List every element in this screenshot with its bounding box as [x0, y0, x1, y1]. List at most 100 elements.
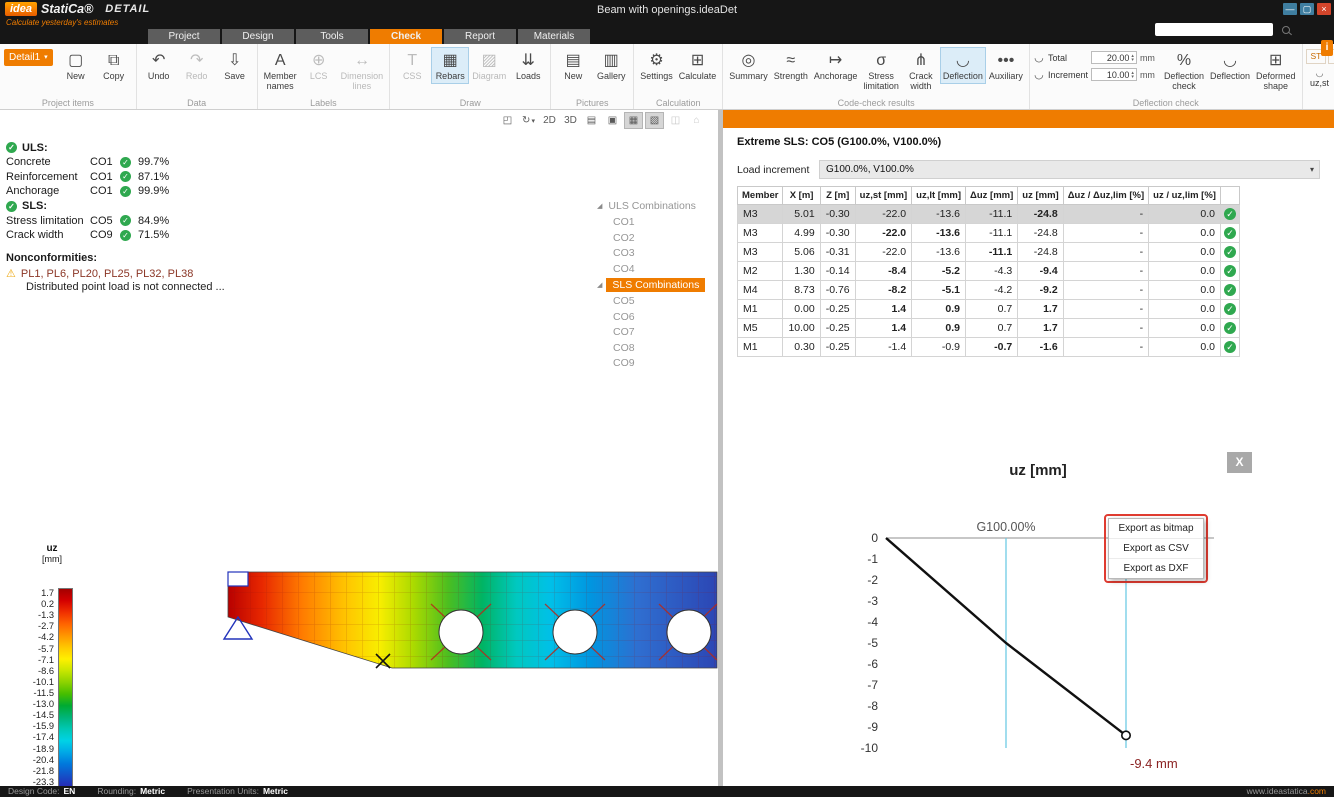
export-as-bitmap-menu-item[interactable]: Export as bitmap	[1109, 519, 1203, 539]
export-as-csv-menu-item[interactable]: Export as CSV	[1109, 539, 1203, 559]
combo-co9[interactable]: CO9	[597, 356, 715, 372]
window-controls: — ▢ ×	[1283, 3, 1331, 15]
deflection-icon: ◡	[956, 49, 970, 72]
crack-width-button[interactable]: ⋔Crack width	[902, 47, 940, 93]
layout-single-button[interactable]: ▤	[582, 112, 601, 129]
increment-limit-input[interactable]: 10.00 ▴▾	[1091, 68, 1137, 81]
stepper-icon[interactable]: ▴▾	[1131, 54, 1134, 62]
new-button[interactable]: ▤New	[554, 47, 592, 84]
orbit-button[interactable]: ↻▾	[519, 112, 538, 129]
project-select[interactable]: Detail1▾	[4, 49, 53, 66]
website-link[interactable]: www.ideastatica.com	[1247, 786, 1326, 797]
nonconformity-items[interactable]: PL1, PL6, PL20, PL25, PL32, PL38	[21, 268, 193, 280]
stepper-icon[interactable]: ▴▾	[1131, 71, 1134, 79]
combo-group-uls-combinations[interactable]: ◢ULS Combinations	[597, 198, 715, 214]
home-view-button: ⌂	[687, 112, 706, 129]
check-icon: ✓	[6, 201, 17, 212]
table-row[interactable]: M10.30-0.25-1.4-0.9-0.7-1.6-0.0✓	[738, 338, 1240, 357]
view-2d-button[interactable]: 2D	[540, 112, 559, 129]
deflection-check-button[interactable]: %Deflection check	[1161, 47, 1207, 93]
deflection-button[interactable]: ◡Deflection	[940, 47, 986, 84]
fit-view-button[interactable]: ◰	[498, 112, 517, 129]
search-icon	[1282, 26, 1290, 34]
layout-split-button[interactable]: ▦	[624, 112, 643, 129]
tab-project[interactable]: Project	[148, 29, 220, 44]
anchorage-button[interactable]: ↦Anchorage	[811, 47, 861, 84]
calculate-icon: ⊞	[691, 49, 704, 72]
total-icon: ◡	[1033, 51, 1045, 64]
load-increment-select[interactable]: G100.0%, V100.0% ▾	[819, 160, 1320, 179]
summary-button[interactable]: ◎Summary	[726, 47, 771, 84]
minimize-button[interactable]: —	[1283, 3, 1297, 15]
diagram-icon: ▨	[482, 49, 497, 72]
close-icon[interactable]: ×	[1317, 3, 1331, 15]
copy-button[interactable]: ⧉Copy	[95, 47, 133, 84]
combo-co1[interactable]: CO1	[597, 215, 715, 231]
view-3d-button[interactable]: 3D	[561, 112, 580, 129]
table-row[interactable]: M21.30-0.14-8.4-5.2-4.3-9.4-0.0✓	[738, 262, 1240, 281]
loads-button[interactable]: ⇊Loads	[509, 47, 547, 84]
check-icon: ✓	[120, 186, 131, 197]
combo-group-sls-combinations[interactable]: ◢SLS Combinations	[597, 277, 715, 293]
combo-co7[interactable]: CO7	[597, 325, 715, 341]
bearing-plate	[228, 572, 248, 586]
deformed-shape-button[interactable]: ⊞Deformed shape	[1253, 47, 1299, 93]
gallery-button[interactable]: ▥Gallery	[592, 47, 630, 84]
legend-value: -13.0	[24, 699, 54, 709]
column-header: X [m]	[783, 187, 820, 205]
tab-materials[interactable]: Materials	[518, 29, 590, 44]
table-row[interactable]: M48.73-0.76-8.2-5.1-4.2-9.2-0.0✓	[738, 281, 1240, 300]
combo-co6[interactable]: CO6	[597, 310, 715, 326]
combo-co3[interactable]: CO3	[597, 246, 715, 262]
layout-grid-button[interactable]: ▧	[645, 112, 664, 129]
y-tick-label: -1	[867, 552, 878, 566]
info-button[interactable]: i	[1321, 40, 1333, 56]
combo-co5[interactable]: CO5	[597, 294, 715, 310]
rebars-icon: ▦	[443, 49, 458, 72]
uz-st-button[interactable]: ◡uz,st	[1306, 67, 1334, 89]
auxiliary-button[interactable]: •••Auxiliary	[986, 47, 1026, 84]
member-names-button[interactable]: AMember names	[261, 47, 300, 93]
group-label: Code-check results	[723, 98, 1029, 108]
ribbon-group-labels: AMember names⊕LCS↔Dimension linesLabels	[258, 44, 391, 109]
chart-close-button[interactable]: X	[1227, 452, 1252, 473]
strength-button[interactable]: ≈Strength	[771, 47, 811, 84]
total-limit-input[interactable]: 20.00 ▴▾	[1091, 51, 1137, 64]
new-button[interactable]: ▢New	[57, 47, 95, 84]
axes-icon: ⊕	[312, 49, 325, 72]
combo-co2[interactable]: CO2	[597, 231, 715, 247]
undo-button[interactable]: ↶Undo	[140, 47, 178, 84]
table-row[interactable]: M10.00-0.251.40.90.71.7-0.0✓	[738, 300, 1240, 319]
gear-icon: ⚙	[649, 49, 663, 72]
table-row[interactable]: M34.99-0.30-22.0-13.6-11.1-24.8-0.0✓	[738, 224, 1240, 243]
legend-values: 1.70.2-1.3-2.7-4.2-5.7-7.1-8.6-10.1-11.5…	[24, 588, 58, 797]
increment-deflection-limit: ◡ Increment 10.00 ▴▾ mm	[1033, 68, 1155, 81]
deflection-button[interactable]: ◡Deflection	[1207, 47, 1253, 93]
save-button[interactable]: ⇩Save	[216, 47, 254, 84]
legend-value: -1.3	[24, 610, 54, 620]
chart-title: uz [mm]	[843, 462, 1233, 479]
column-header: uz,lt [mm]	[912, 187, 966, 205]
maximize-button[interactable]: ▢	[1300, 3, 1314, 15]
combo-co4[interactable]: CO4	[597, 262, 715, 278]
tab-check[interactable]: Check	[370, 29, 442, 44]
tab-design[interactable]: Design	[222, 29, 294, 44]
check-icon: ✓	[1224, 322, 1236, 334]
search-input[interactable]	[1155, 24, 1280, 35]
rebars-button[interactable]: ▦Rebars	[431, 47, 469, 84]
layout-frame-button[interactable]: ▣	[603, 112, 622, 129]
table-row[interactable]: M35.06-0.31-22.0-13.6-11.1-24.8-0.0✓	[738, 243, 1240, 262]
settings-button[interactable]: ⚙Settings	[637, 47, 676, 84]
table-row[interactable]: M35.01-0.30-22.0-13.6-11.1-24.8-0.0✓	[738, 205, 1240, 224]
stress-limitation-button[interactable]: σStress limitation	[860, 47, 902, 93]
app-logo: idea StatiCa® DETAIL	[5, 2, 150, 16]
tab-tools[interactable]: Tools	[296, 29, 368, 44]
tab-report[interactable]: Report	[444, 29, 516, 44]
combo-co8[interactable]: CO8	[597, 341, 715, 357]
table-row[interactable]: M510.00-0.251.40.90.71.7-0.0✓	[738, 319, 1240, 338]
percent-icon: %	[1177, 49, 1191, 72]
legend-unit: [mm]	[24, 554, 80, 564]
status-item: Design Code:EN	[8, 786, 75, 797]
export-as-dxf-menu-item[interactable]: Export as DXF	[1109, 559, 1203, 578]
calculate-button[interactable]: ⊞Calculate	[676, 47, 720, 84]
